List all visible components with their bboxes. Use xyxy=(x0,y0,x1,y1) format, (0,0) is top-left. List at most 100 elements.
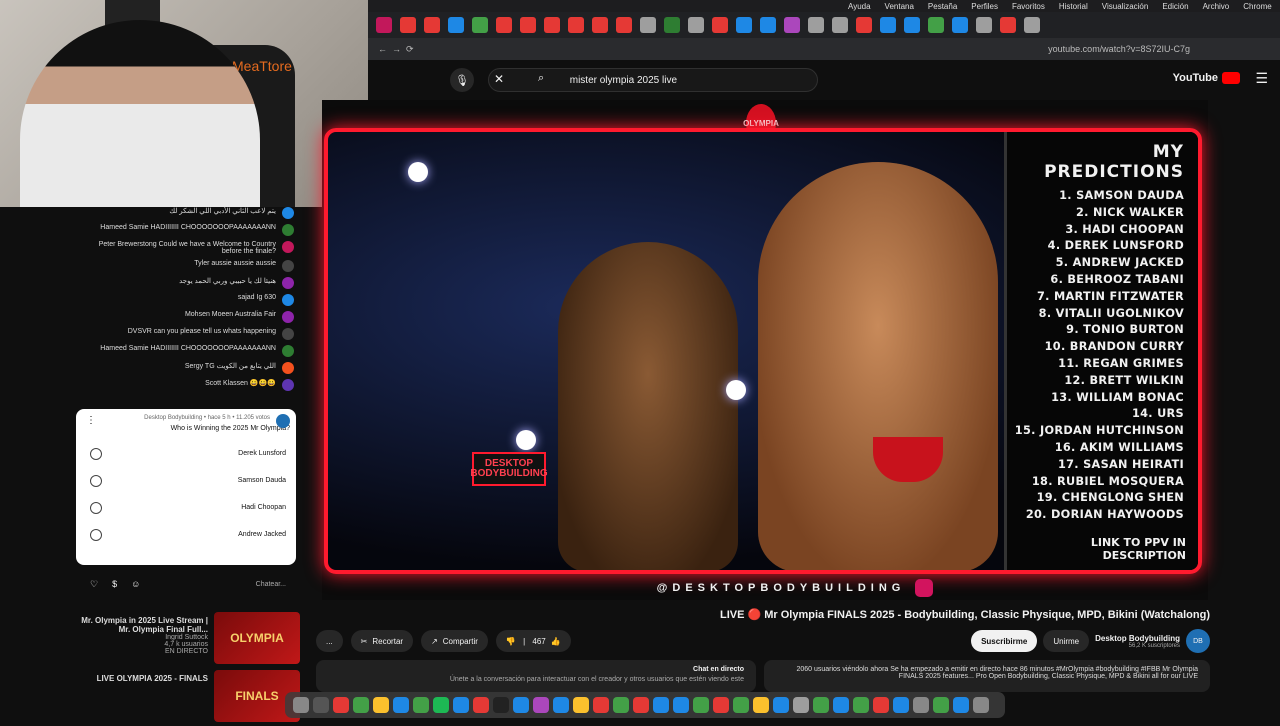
forward-icon[interactable]: → xyxy=(392,44,401,54)
browser-tab[interactable] xyxy=(904,17,920,33)
browser-tab[interactable] xyxy=(520,17,536,33)
dock-app-icon[interactable] xyxy=(453,697,469,713)
emoji-icon[interactable]: ☺ xyxy=(131,579,140,589)
address-bar[interactable]: ← → ⟳ youtube.com/watch?v=8S72IU-C7g xyxy=(368,38,1280,60)
dock-app-icon[interactable] xyxy=(473,697,489,713)
dock-app-icon[interactable] xyxy=(913,697,929,713)
menu-item[interactable]: Visualización xyxy=(1102,2,1149,11)
browser-tab[interactable] xyxy=(1000,17,1016,33)
dock-app-icon[interactable] xyxy=(933,697,949,713)
dock-app-icon[interactable] xyxy=(573,697,589,713)
join-button[interactable]: Unirme xyxy=(1043,630,1090,652)
browser-tab[interactable] xyxy=(376,17,392,33)
poll-option[interactable]: Samson Dauda xyxy=(90,467,286,494)
radio-icon[interactable] xyxy=(90,474,102,487)
browser-tab[interactable] xyxy=(808,17,824,33)
heart-icon[interactable]: ♡ xyxy=(90,579,98,590)
dock-app-icon[interactable] xyxy=(733,697,749,713)
dock-app-icon[interactable] xyxy=(613,697,629,713)
related-video[interactable]: OLYMPIA Mr. Olympia in 2025 Live Stream |… xyxy=(70,612,300,668)
browser-tab[interactable] xyxy=(448,17,464,33)
browser-tab[interactable] xyxy=(736,17,752,33)
browser-tab[interactable] xyxy=(640,17,656,33)
search-icon[interactable]: ⌕ xyxy=(538,72,544,85)
dock-app-icon[interactable] xyxy=(793,697,809,713)
menu-icon[interactable]: ☰ xyxy=(1255,70,1268,87)
dock-app-icon[interactable] xyxy=(533,697,549,713)
close-icon[interactable]: ✕ xyxy=(494,72,504,86)
poll-option[interactable]: Derek Lunsford xyxy=(90,440,286,467)
channel-avatar[interactable]: DB xyxy=(1186,629,1210,653)
browser-tab[interactable] xyxy=(496,17,512,33)
dock-app-icon[interactable] xyxy=(353,697,369,713)
dock-app-icon[interactable] xyxy=(813,697,829,713)
dock-app-icon[interactable] xyxy=(653,697,669,713)
browser-tab[interactable] xyxy=(472,17,488,33)
dock-app-icon[interactable] xyxy=(553,697,569,713)
browser-tab[interactable] xyxy=(856,17,872,33)
dock-app-icon[interactable] xyxy=(673,697,689,713)
dock-app-icon[interactable] xyxy=(373,697,389,713)
browser-tab[interactable] xyxy=(784,17,800,33)
more-vert-icon[interactable]: ⋮ xyxy=(86,415,96,426)
menu-item[interactable]: Archivo xyxy=(1203,2,1230,11)
browser-tab[interactable] xyxy=(712,17,728,33)
dock-app-icon[interactable] xyxy=(513,697,529,713)
like-button[interactable]: 👎 | 467 👍 xyxy=(495,630,571,652)
dock-app-icon[interactable] xyxy=(633,697,649,713)
browser-tab[interactable] xyxy=(592,17,608,33)
dock-app-icon[interactable] xyxy=(433,697,449,713)
browser-tab[interactable] xyxy=(544,17,560,33)
youtube-logo[interactable]: YouTube xyxy=(1173,72,1240,84)
dock-app-icon[interactable] xyxy=(753,697,769,713)
subscribe-button[interactable]: Suscribirme xyxy=(971,630,1038,652)
browser-tab[interactable] xyxy=(688,17,704,33)
dock-app-icon[interactable] xyxy=(413,697,429,713)
back-icon[interactable]: ← xyxy=(378,44,387,54)
dock-app-icon[interactable] xyxy=(953,697,969,713)
dock-app-icon[interactable] xyxy=(313,697,329,713)
browser-tab[interactable] xyxy=(400,17,416,33)
reload-icon[interactable]: ⟳ xyxy=(406,44,414,55)
dock-app-icon[interactable] xyxy=(333,697,349,713)
related-thumbnail[interactable]: OLYMPIA xyxy=(214,612,300,664)
menu-item[interactable]: Perfiles xyxy=(971,2,998,11)
menu-item[interactable]: Ayuda xyxy=(848,2,871,11)
menu-item[interactable]: Historial xyxy=(1059,2,1088,11)
channel-name[interactable]: Desktop Bodybuilding xyxy=(1095,634,1180,643)
radio-icon[interactable] xyxy=(90,447,102,460)
menu-item[interactable]: Edición xyxy=(1162,2,1188,11)
browser-tab[interactable] xyxy=(928,17,944,33)
menu-item[interactable]: Favoritos xyxy=(1012,2,1045,11)
dock-app-icon[interactable] xyxy=(593,697,609,713)
dollar-icon[interactable]: $ xyxy=(112,579,117,589)
browser-tab[interactable] xyxy=(568,17,584,33)
menu-item[interactable]: Pestaña xyxy=(928,2,957,11)
browser-tab[interactable] xyxy=(616,17,632,33)
video-player[interactable]: OLYMPIA DESKTOP BODYBUILDING MY PREDICTI… xyxy=(322,100,1208,600)
radio-icon[interactable] xyxy=(90,528,102,541)
browser-tab[interactable] xyxy=(424,17,440,33)
browser-tab[interactable] xyxy=(664,17,680,33)
dock-app-icon[interactable] xyxy=(713,697,729,713)
browser-tab[interactable] xyxy=(760,17,776,33)
poll-option[interactable]: Andrew Jacked xyxy=(90,521,286,548)
menu-item[interactable]: Chrome xyxy=(1243,2,1271,11)
dock-app-icon[interactable] xyxy=(773,697,789,713)
url-text[interactable]: youtube.com/watch?v=8S72IU-C7g xyxy=(1048,44,1190,54)
browser-tab[interactable] xyxy=(1024,17,1040,33)
dock-app-icon[interactable] xyxy=(973,697,989,713)
dock-app-icon[interactable] xyxy=(893,697,909,713)
dock-app-icon[interactable] xyxy=(293,697,309,713)
mic-icon[interactable]: 🎙 xyxy=(450,68,474,92)
radio-icon[interactable] xyxy=(90,501,102,514)
browser-tab[interactable] xyxy=(976,17,992,33)
related-video[interactable]: FINALS LIVE OLYMPIA 2025 - FINALS xyxy=(70,670,300,726)
menu-item[interactable]: Ventana xyxy=(885,2,914,11)
browser-tab[interactable] xyxy=(832,17,848,33)
dock-app-icon[interactable] xyxy=(393,697,409,713)
browser-tab[interactable] xyxy=(880,17,896,33)
chat-input[interactable]: Chatear... xyxy=(256,581,286,588)
dock-app-icon[interactable] xyxy=(693,697,709,713)
clip-button[interactable]: ✂ Recortar xyxy=(350,630,414,652)
